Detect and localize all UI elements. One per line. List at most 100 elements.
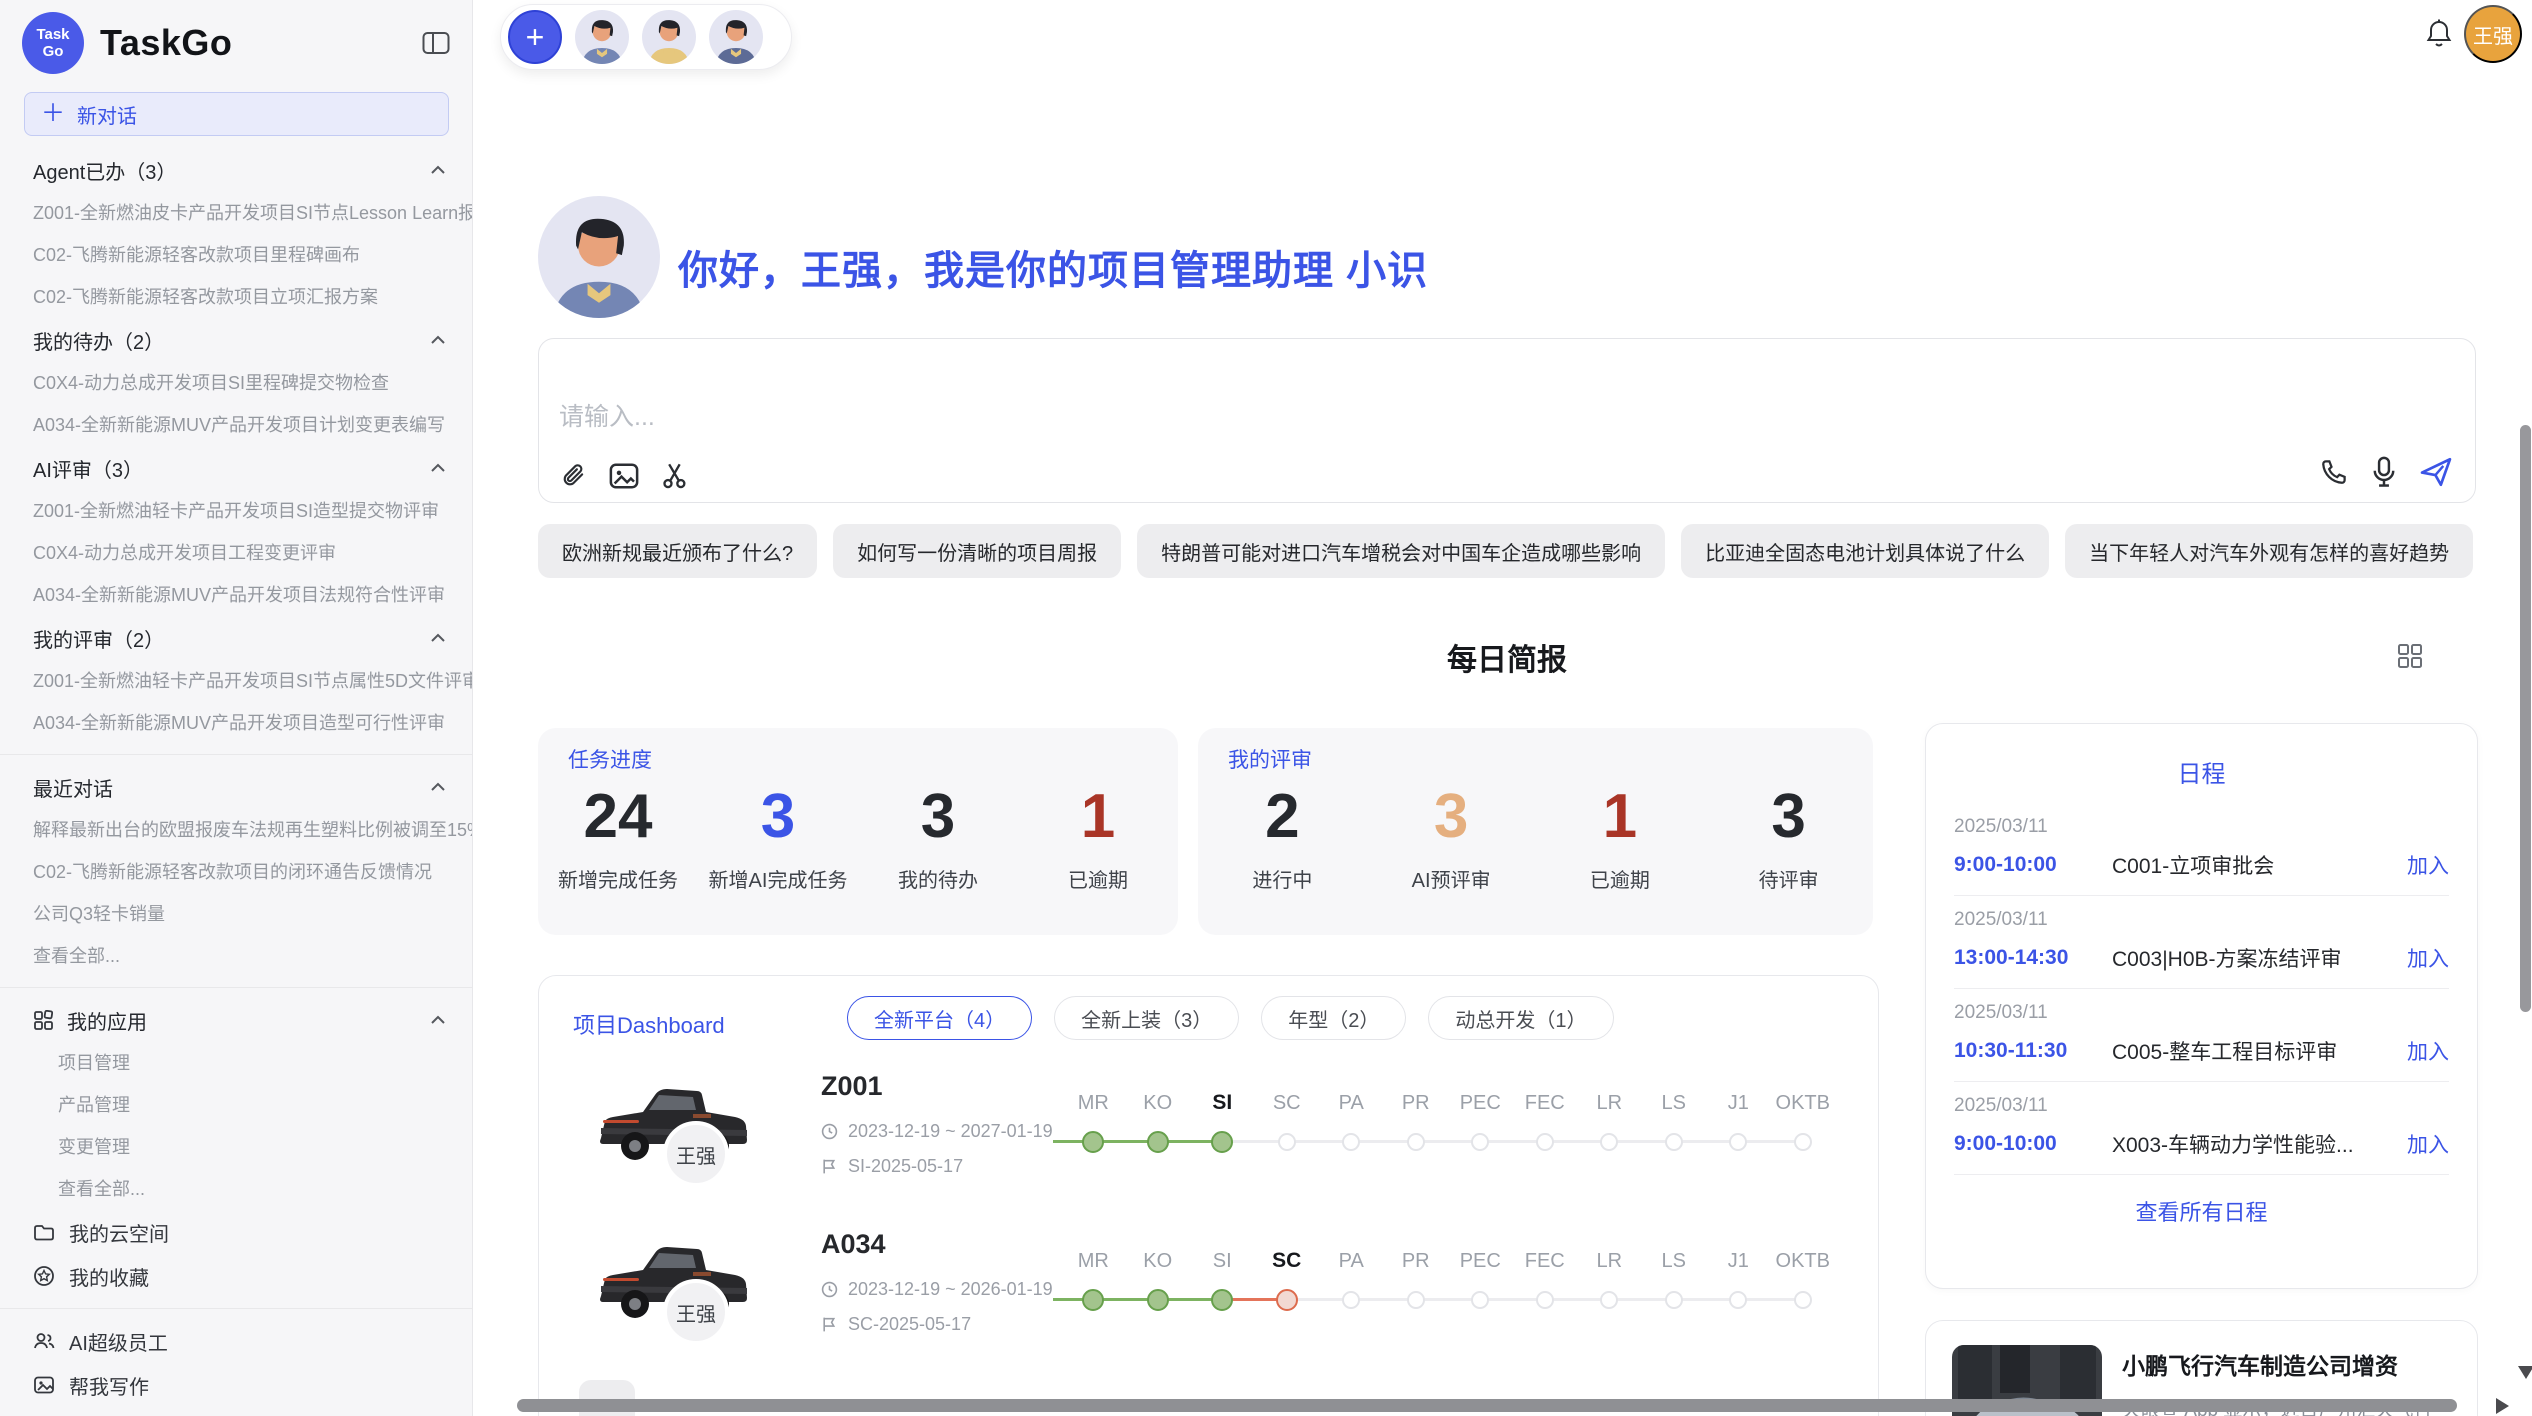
new-chat-button[interactable]: ＋ 新对话 <box>24 92 449 136</box>
project-dates: 2023-12-19 ~ 2027-01-19 <box>821 1121 1053 1142</box>
notification-bell-icon[interactable] <box>2424 18 2454 53</box>
milestone: PA <box>1319 1248 1384 1312</box>
dashboard-tab[interactable]: 动总开发（1） <box>1428 996 1613 1040</box>
suggestion-chip[interactable]: 比亚迪全固态电池计划具体说了什么 <box>1681 524 2049 578</box>
milestone-label: SC <box>1273 1090 1301 1116</box>
milestone-dot <box>1147 1131 1169 1153</box>
project-owner-badge: 王强 <box>663 1279 729 1345</box>
sidebar-item-cloud-space[interactable]: 我的云空间 <box>0 1210 472 1254</box>
milestone-label: PA <box>1339 1248 1364 1274</box>
sidebar-item[interactable]: C0X4-动力总成开发项目SI里程碑提交物检查 <box>0 362 472 404</box>
project-row[interactable]: 王强 A034 2023-12-19 ~ 2026-01-19 SC-2025-… <box>539 1221 1878 1381</box>
milestone: SC <box>1255 1090 1320 1154</box>
my-apps-list: 项目管理产品管理变更管理查看全部... <box>0 1042 472 1210</box>
sidebar-item[interactable]: C02-飞腾新能源轻客改款项目立项汇报方案 <box>0 276 472 318</box>
suggestion-chip[interactable]: 当下年轻人对汽车外观有怎样的喜好趋势 <box>2065 524 2473 578</box>
sidebar-item[interactable]: C02-飞腾新能源轻客改款项目里程碑画布 <box>0 234 472 276</box>
sidebar-item-my-apps[interactable]: 我的应用 <box>0 998 472 1042</box>
chevron-up-icon <box>430 463 446 473</box>
sidebar-item[interactable]: A034-全新新能源MUV产品开发项目计划变更表编写 <box>0 404 472 446</box>
send-icon[interactable] <box>2419 456 2453 488</box>
app-item[interactable]: 产品管理 <box>0 1084 472 1126</box>
sidebar-section-header[interactable]: AI评审（3） <box>0 446 472 490</box>
paperclip-icon[interactable] <box>559 462 587 490</box>
suggestion-chip[interactable]: 如何写一份清晰的项目周报 <box>833 524 1121 578</box>
dashboard-tab[interactable]: 全新上装（3） <box>1054 996 1239 1040</box>
app-item[interactable]: 变更管理 <box>0 1126 472 1168</box>
vertical-scrollbar[interactable] <box>2520 425 2531 1012</box>
sidebar-item-help-write[interactable]: 帮我写作 <box>0 1363 472 1407</box>
sidebar-section-header-recent[interactable]: 最近对话 <box>0 765 472 809</box>
sidebar-item-creative-drawing[interactable]: 创意制图 <box>0 1407 472 1416</box>
sidebar-collapse-icon[interactable] <box>422 31 450 55</box>
image-icon[interactable] <box>609 462 639 490</box>
sidebar-section-title: Agent已办（3） <box>33 156 176 185</box>
sidebar-section-header[interactable]: Agent已办（3） <box>0 148 472 192</box>
photo-icon <box>33 1375 55 1395</box>
recent-conversation-item[interactable]: 解释最新出台的欧盟报废车法规再生塑料比例被调至15%... <box>0 809 472 851</box>
project-code: Z001 <box>821 1071 883 1102</box>
project-row[interactable]: 王强 Z001 2023-12-19 ~ 2027-01-19 SI-2025-… <box>539 1063 1878 1223</box>
view-all-schedule-link[interactable]: 查看所有日程 <box>2135 1195 2267 1227</box>
milestone-track: MR KO SI SC <box>1061 1090 1841 1154</box>
sidebar-item[interactable]: Z001-全新燃油皮卡产品开发项目SI节点Lesson Learn报告 <box>0 192 472 234</box>
milestone: OKTB <box>1771 1090 1836 1154</box>
dashboard-tab[interactable]: 年型（2） <box>1261 996 1406 1040</box>
sidebar-item[interactable]: A034-全新新能源MUV产品开发项目造型可行性评审 <box>0 702 472 744</box>
avatar[interactable] <box>709 10 763 64</box>
chat-input[interactable] <box>559 397 1759 441</box>
schedule-panel: 日程 2025/03/11 9:00-10:00 C001-立项审批会 加入 <box>1925 723 2478 1289</box>
schedule-date: 2025/03/11 <box>1954 909 2449 931</box>
sidebar-item[interactable]: C0X4-动力总成开发项目工程变更评审 <box>0 532 472 574</box>
dashboard-tab[interactable]: 全新平台（4） <box>847 996 1032 1040</box>
app-item[interactable]: 项目管理 <box>0 1042 472 1084</box>
avatar[interactable] <box>642 10 696 64</box>
clock-icon <box>821 1281 838 1298</box>
cloud-space-label: 我的云空间 <box>69 1218 169 1247</box>
milestone-dot <box>1729 1133 1747 1151</box>
join-button[interactable]: 加入 <box>2407 1036 2449 1066</box>
milestone-label: J1 <box>1728 1248 1749 1274</box>
join-button[interactable]: 加入 <box>2407 943 2449 973</box>
add-conversation-button[interactable]: + <box>508 10 562 64</box>
app-item[interactable]: 查看全部... <box>0 1168 472 1210</box>
milestone-dot <box>1471 1291 1489 1309</box>
milestone-dot <box>1082 1131 1104 1153</box>
logo-text: Go <box>43 43 64 60</box>
sidebar-section-header[interactable]: 我的评审（2） <box>0 616 472 660</box>
schedule-item: 2025/03/11 9:00-10:00 C001-立项审批会 加入 <box>1954 803 2449 895</box>
stat: 24 新增完成任务 <box>538 784 698 893</box>
chevron-up-icon <box>430 633 446 643</box>
dashboard-tabs: 全新平台（4） 全新上装（3） 年型（2） 动总开发（1） <box>847 996 1614 1040</box>
stat-label: 已逾期 <box>1536 864 1705 893</box>
suggestion-chip[interactable]: 特朗普可能对进口汽车增税会对中国车企造成哪些影响 <box>1137 524 1665 578</box>
mic-icon[interactable] <box>2371 456 2397 488</box>
sidebar-section-header[interactable]: 我的待办（2） <box>0 318 472 362</box>
schedule-event-title: C005-整车工程目标评审 <box>2112 1036 2407 1066</box>
stat: 3 待评审 <box>1704 784 1873 893</box>
scroll-right-arrow-icon[interactable] <box>2496 1398 2509 1414</box>
scroll-down-arrow-icon[interactable] <box>2518 1366 2532 1379</box>
sidebar-item[interactable]: Z001-全新燃油轻卡产品开发项目SI节点属性5D文件评审 <box>0 660 472 702</box>
divider <box>1954 1174 2449 1175</box>
join-button[interactable]: 加入 <box>2407 1129 2449 1159</box>
recent-conversation-item[interactable]: C02-飞腾新能源轻客改款项目的闭环通告反馈情况 <box>0 851 472 893</box>
suggestion-chip[interactable]: 欧洲新规最近颁布了什么? <box>538 524 817 578</box>
grid-icon[interactable] <box>2396 642 2424 670</box>
user-avatar[interactable]: 王强 <box>2464 5 2522 63</box>
sidebar-item-favorites[interactable]: 我的收藏 <box>0 1254 472 1298</box>
sidebar-item[interactable]: Z001-全新燃油轻卡产品开发项目SI造型提交物评审 <box>0 490 472 532</box>
avatar[interactable] <box>575 10 629 64</box>
scissors-icon[interactable] <box>661 462 689 490</box>
milestone-dot <box>1665 1133 1683 1151</box>
sidebar-item[interactable]: A034-全新新能源MUV产品开发项目法规符合性评审 <box>0 574 472 616</box>
recent-conversation-item[interactable]: 查看全部... <box>0 935 472 977</box>
sidebar-item-ai-employee[interactable]: AI超级员工 <box>0 1319 472 1363</box>
milestone-dot <box>1536 1291 1554 1309</box>
milestone: PR <box>1384 1248 1449 1312</box>
recent-conversation-item[interactable]: 公司Q3轻卡销量 <box>0 893 472 935</box>
join-button[interactable]: 加入 <box>2407 850 2449 880</box>
phone-icon[interactable] <box>2319 457 2349 487</box>
horizontal-scrollbar[interactable] <box>517 1399 2457 1412</box>
stat: 3 我的待办 <box>858 784 1018 893</box>
